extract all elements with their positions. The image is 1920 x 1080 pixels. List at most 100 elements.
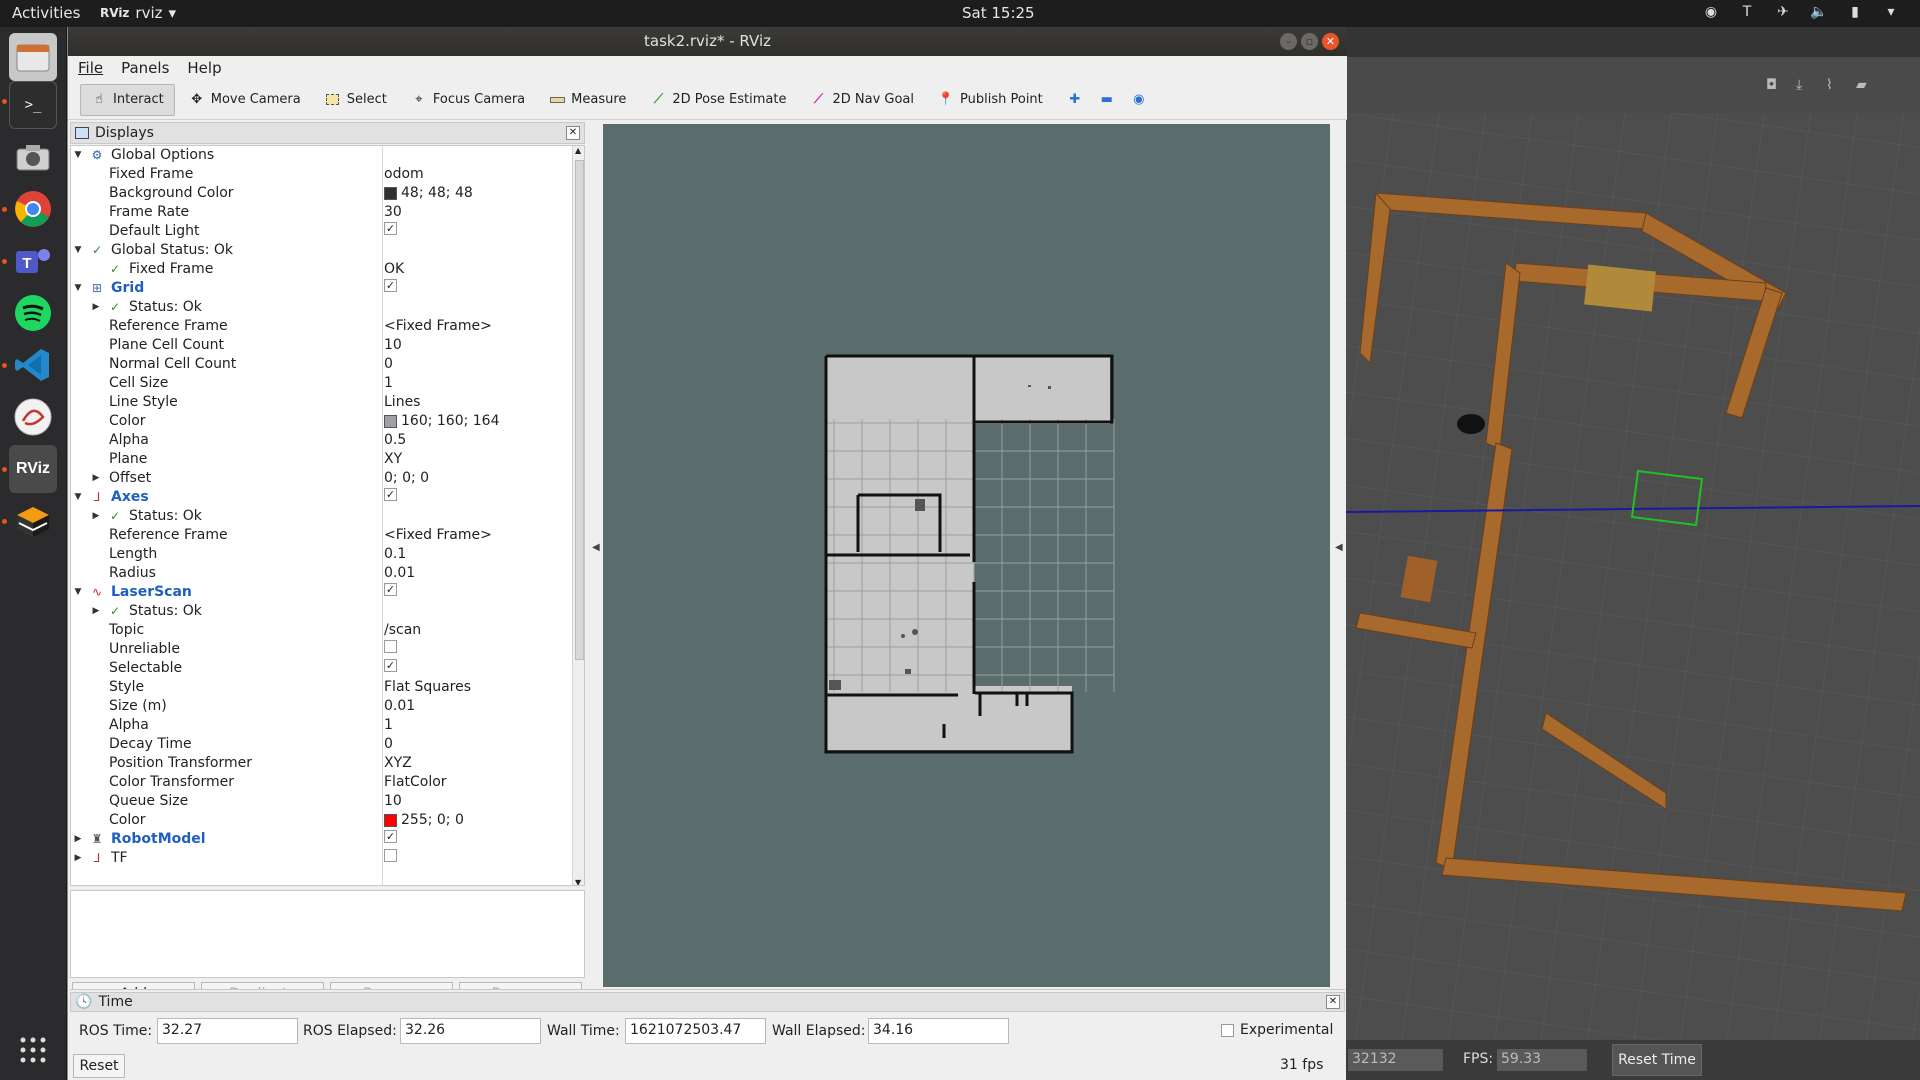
row-value[interactable]: ✓ [384,583,397,596]
spotify-icon[interactable] [9,289,57,337]
color-swatch[interactable] [384,415,397,428]
laserscan-enabled-checkbox[interactable]: ✓ [384,583,397,596]
tree-row-grid-color[interactable]: Color 160; 160; 164 [71,412,571,431]
row-value[interactable]: 10 [384,792,402,811]
scrollbar-thumb[interactable] [575,160,584,660]
chevron-down-icon[interactable]: ▾ [1882,3,1900,21]
experimental-toggle[interactable]: Experimental [1221,1022,1333,1038]
tree-row-grid-alpha[interactable]: Alpha 0.5 [71,431,571,450]
menu-help[interactable]: Help [187,59,221,77]
chrome-icon[interactable] [9,185,57,233]
view-options-button[interactable]: ◉ [1125,84,1153,116]
tree-row-axes-reference-frame[interactable]: Reference Frame <Fixed Frame> [71,526,571,545]
render-viewport[interactable] [603,124,1330,987]
airplane-icon[interactable]: ✈ [1774,3,1792,21]
tree-row-tf[interactable]: ▶ ⅃ TF [71,849,571,868]
unreliable-checkbox[interactable] [384,640,397,653]
publish-point-tool-button[interactable]: 📍 Publish Point [928,84,1053,116]
tree-row-offset[interactable]: ▶ Offset 0; 0; 0 [71,469,571,488]
expand-arrow-icon[interactable]: ▼ [73,488,83,507]
tree-row-size[interactable]: Size (m) 0.01 [71,697,571,716]
expand-arrow-icon[interactable]: ▼ [73,583,83,602]
row-value[interactable]: ✓ [384,222,397,235]
axes-enabled-checkbox[interactable]: ✓ [384,488,397,501]
row-value[interactable]: ✓ [384,488,397,501]
interact-tool-button[interactable]: ☝ Interact [80,83,175,116]
remove-tool-button[interactable]: ▬ [1093,84,1121,116]
tree-row-axes-status[interactable]: ▶ ✓ Status: Ok [71,507,571,526]
terminal-icon[interactable]: >_ [9,81,57,129]
collapse-right-icon[interactable]: ◀ [1335,542,1343,553]
tree-row-grid-reference-frame[interactable]: Reference Frame <Fixed Frame> [71,317,571,336]
row-value[interactable]: 30 [384,203,402,222]
row-value[interactable]: 0 [384,735,393,754]
teams-icon[interactable]: T [9,237,57,285]
ros-elapsed-field[interactable]: 32.26 [400,1018,541,1044]
displays-tree[interactable]: ▼ ⚙ Global Options Fixed Frame odom Back… [70,145,585,886]
tree-row-plane-cell-count[interactable]: Plane Cell Count 10 [71,336,571,355]
row-value[interactable] [384,849,397,862]
tree-row-position-transformer[interactable]: Position Transformer XYZ [71,754,571,773]
expand-arrow-icon[interactable]: ▶ [73,849,83,868]
tree-row-style[interactable]: Style Flat Squares [71,678,571,697]
select-tool-button[interactable]: Select [315,84,397,116]
screenshot-icon[interactable]: ◘ [1766,77,1777,93]
wall-time-field[interactable]: 1621072503.47 [625,1018,766,1044]
expand-arrow-icon[interactable]: ▶ [73,830,83,849]
selectable-checkbox[interactable]: ✓ [384,659,397,672]
tree-row-plane[interactable]: Plane XY [71,450,571,469]
collapse-left-icon[interactable]: ◀ [592,542,600,553]
show-applications-icon[interactable] [9,1026,57,1074]
expand-arrow-icon[interactable]: ▶ [91,469,101,488]
row-value[interactable]: 0.1 [384,545,406,564]
pose-estimate-tool-button[interactable]: ⟋ 2D Pose Estimate [640,84,796,116]
row-value[interactable]: Lines [384,393,420,412]
camera-icon[interactable] [9,133,57,181]
row-value[interactable]: 0.5 [384,431,406,450]
tree-row-color-transformer[interactable]: Color Transformer FlatColor [71,773,571,792]
row-value[interactable]: XYZ [384,754,412,773]
menu-panels[interactable]: Panels [121,59,169,77]
tree-row-frame-rate[interactable]: Frame Rate 30 [71,203,571,222]
close-panel-button[interactable]: ✕ [1326,995,1340,1009]
tree-row-selectable[interactable]: Selectable ✓ [71,659,571,678]
tree-row-normal-cell-count[interactable]: Normal Cell Count 0 [71,355,571,374]
robotmodel-enabled-checkbox[interactable]: ✓ [384,830,397,843]
close-button[interactable]: ✕ [1322,33,1339,50]
add-tool-button[interactable]: ✚ [1061,84,1089,116]
row-value[interactable]: ✓ [384,279,397,292]
row-value[interactable]: 48; 48; 48 [384,184,473,203]
row-value[interactable]: 10 [384,336,402,355]
battery-icon[interactable]: ▮ [1846,3,1864,21]
vscode-icon[interactable] [9,341,57,389]
teams-icon[interactable]: T [1738,3,1756,21]
clock[interactable]: Sat 15:25 [962,4,1035,22]
activities-button[interactable]: Activities [12,4,80,22]
move-camera-tool-button[interactable]: ✥ Move Camera [179,84,311,116]
video-icon[interactable]: ▰ [1856,77,1867,93]
scroll-down-icon[interactable]: ▼ [575,878,581,885]
tree-row-line-style[interactable]: Line Style Lines [71,393,571,412]
tree-row-robotmodel[interactable]: ▶ ♜ RobotModel ✓ [71,830,571,849]
tree-row-axes[interactable]: ▼ ⅃ Axes ✓ [71,488,571,507]
wall-elapsed-field[interactable]: 34.16 [868,1018,1009,1044]
grid-enabled-checkbox[interactable]: ✓ [384,279,397,292]
files-icon[interactable] [9,33,57,81]
system-tray[interactable]: ◉ T ✈ 🔈 ▮ ▾ [1702,3,1900,21]
row-value[interactable]: 1 [384,716,393,735]
row-value[interactable]: <Fixed Frame> [384,317,492,336]
row-value[interactable]: 0.01 [384,564,415,583]
menu-file[interactable]: File [78,59,103,77]
expand-arrow-icon[interactable]: ▼ [73,241,83,260]
chrome-icon[interactable]: ◉ [1702,3,1720,21]
row-value[interactable] [384,640,397,653]
tree-row-background-color[interactable]: Background Color 48; 48; 48 [71,184,571,203]
row-value[interactable]: XY [384,450,402,469]
default-light-checkbox[interactable]: ✓ [384,222,397,235]
tree-row-grid-status[interactable]: ▶ ✓ Status: Ok [71,298,571,317]
tree-row-laserscan-color[interactable]: Color 255; 0; 0 [71,811,571,830]
color-swatch[interactable] [384,187,397,200]
close-panel-button[interactable]: ✕ [566,126,580,140]
plot-icon[interactable]: ⌇ [1826,77,1833,93]
row-value[interactable]: ✓ [384,659,397,672]
